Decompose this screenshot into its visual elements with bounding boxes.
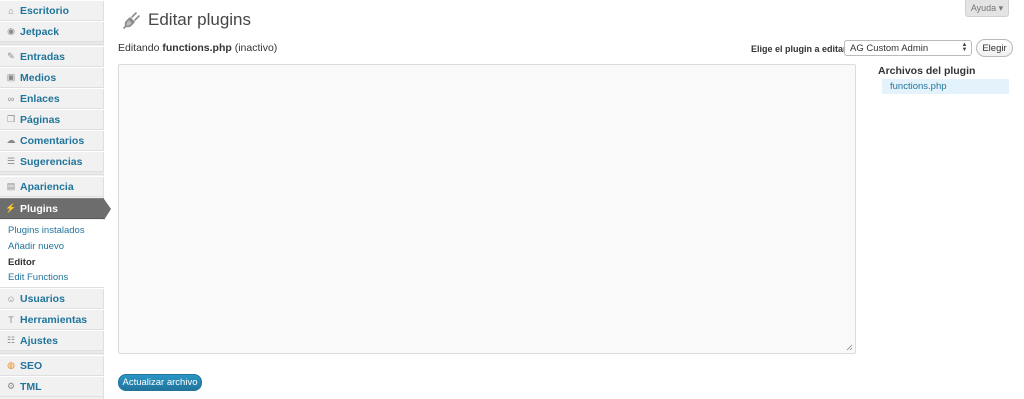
page-title: Editar plugins — [148, 10, 252, 29]
sidebar-item-label: Sugerencias — [20, 155, 83, 168]
menu-separator — [0, 42, 104, 45]
plugins-submenu: Plugins instalados Añadir nuevo Editor E… — [0, 220, 104, 288]
sidebar-item-label: Entradas — [20, 50, 65, 63]
sidebar-item-label: TML — [20, 380, 42, 393]
sidebar-item-plugins[interactable]: ⚡ Plugins — [0, 198, 111, 220]
gear-icon: ⚙ — [6, 381, 16, 391]
submenu-edit-functions[interactable]: Edit Functions — [8, 272, 68, 283]
admin-sidebar: ⌂ Escritorio ◉ Jetpack ✎ Entradas ▣ Medi… — [0, 0, 111, 399]
comment-icon: ☁ — [6, 135, 16, 145]
sidebar-item-seo[interactable]: ◍ SEO — [0, 355, 104, 376]
sidebar-item-jetpack[interactable]: ◉ Jetpack — [0, 21, 104, 42]
menu-separator — [0, 351, 104, 354]
appearance-icon: ▤ — [6, 181, 16, 191]
sidebar-item-escritorio[interactable]: ⌂ Escritorio — [0, 0, 104, 21]
submenu-editor[interactable]: Editor — [8, 257, 35, 268]
sidebar-item-label: Plugins — [20, 202, 58, 215]
jetpack-icon: ◉ — [7, 26, 15, 36]
plugin-files-title: Archivos del plugin — [878, 65, 976, 77]
link-icon: ∞ — [7, 93, 15, 104]
update-file-button[interactable]: Actualizar archivo — [118, 374, 202, 391]
plugin-select[interactable]: AG Custom Admin ▲ ▼ — [844, 40, 972, 56]
sidebar-item-paginas[interactable]: ❐ Páginas — [0, 109, 104, 130]
menu-separator — [0, 172, 104, 175]
sidebar-item-label: SEO — [20, 359, 43, 372]
editing-filename: functions.php — [162, 42, 232, 54]
sidebar-item-entradas[interactable]: ✎ Entradas — [0, 46, 104, 67]
sidebar-item-ajustes[interactable]: ☷ Ajustes — [0, 330, 104, 351]
submenu-plugins-instalados[interactable]: Plugins instalados — [8, 225, 85, 236]
help-button[interactable]: Ayuda ▾ — [965, 0, 1009, 17]
settings-icon: ☷ — [6, 335, 16, 345]
editing-status: Editando functions.php (inactivo) — [118, 42, 277, 54]
sidebar-item-label: Jetpack — [20, 25, 60, 38]
sidebar-item-label: Apariencia — [20, 180, 74, 193]
code-editor-textarea[interactable] — [118, 64, 856, 354]
resize-handle-icon[interactable] — [846, 344, 853, 351]
plugin-icon: ⚡ — [5, 203, 17, 213]
submenu-anadir-nuevo[interactable]: Añadir nuevo — [8, 241, 64, 252]
tools-icon: T — [8, 314, 14, 325]
users-icon: ☺ — [6, 293, 16, 304]
sidebar-item-label: Medios — [20, 71, 57, 84]
dashboard-icon: ⌂ — [8, 5, 14, 16]
pin-icon: ✎ — [7, 51, 15, 61]
sidebar-item-label: Escritorio — [20, 4, 70, 17]
sidebar-item-enlaces[interactable]: ∞ Enlaces — [0, 88, 104, 109]
sidebar-item-label: Usuarios — [20, 292, 65, 305]
sidebar-item-sugerencias[interactable]: ☰ Sugerencias — [0, 151, 104, 172]
sidebar-item-label: Páginas — [20, 113, 61, 126]
editing-prefix: Editando — [118, 42, 163, 54]
seo-icon: ◍ — [7, 360, 15, 370]
sidebar-item-comentarios[interactable]: ☁ Comentarios — [0, 130, 104, 151]
pages-icon: ❐ — [6, 114, 16, 124]
sidebar-item-herramientas[interactable]: T Herramientas — [0, 309, 104, 330]
plugin-header-icon — [123, 12, 140, 29]
plugin-chooser-label: Elige el plugin a editar: — [751, 44, 850, 54]
feedback-icon: ☰ — [6, 156, 16, 166]
sidebar-item-label: Ajustes — [20, 334, 58, 347]
plugin-select-value: AG Custom Admin — [850, 42, 929, 54]
sidebar-item-label: Herramientas — [20, 313, 88, 326]
choose-button[interactable]: Elegir — [976, 39, 1013, 57]
sidebar-item-apariencia[interactable]: ▤ Apariencia — [0, 176, 104, 197]
media-icon: ▣ — [6, 72, 16, 82]
sidebar-item-tml[interactable]: ⚙ TML — [0, 376, 104, 397]
select-arrows-icon: ▲ ▼ — [961, 42, 968, 53]
sidebar-item-label: Comentarios — [20, 134, 85, 147]
sidebar-item-label: Enlaces — [20, 92, 60, 105]
sidebar-item-usuarios[interactable]: ☺ Usuarios — [0, 288, 104, 309]
editing-state: (inactivo) — [231, 42, 278, 54]
file-item-functions-php[interactable]: functions.php — [882, 79, 1009, 94]
sidebar-item-medios[interactable]: ▣ Medios — [0, 67, 104, 88]
